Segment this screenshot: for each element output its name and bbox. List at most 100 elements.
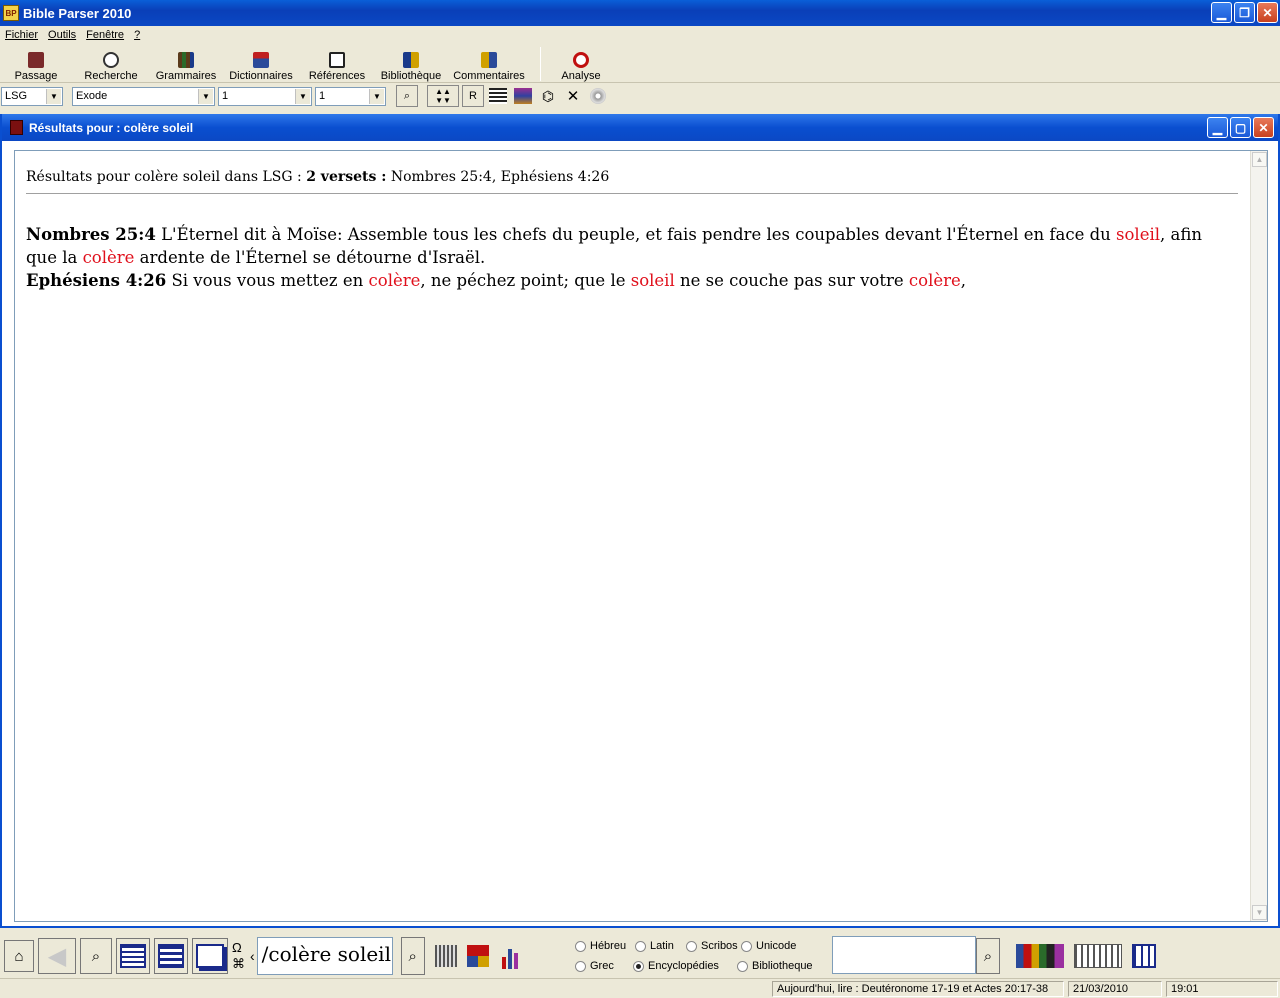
omega-button[interactable]: Ω xyxy=(232,940,246,956)
r-button[interactable]: R xyxy=(462,85,484,107)
passage-button[interactable]: Passage xyxy=(0,46,72,82)
child-close-button[interactable]: ✕ xyxy=(1253,117,1274,138)
search-input[interactable]: /colère soleil xyxy=(256,937,393,975)
results-summary: Résultats pour colère soleil dans LSG : … xyxy=(26,169,609,185)
radio-option[interactable]: Grec xyxy=(575,960,614,972)
two-columns-button[interactable] xyxy=(116,938,150,974)
verse-item: Nombres 25:4 L'Éternel dit à Moïse: Asse… xyxy=(26,223,1238,269)
back-arrow-icon: ◀ xyxy=(47,942,67,970)
chevron-down-icon[interactable]: ▼ xyxy=(369,88,384,104)
radio-option[interactable]: Encyclopédies xyxy=(633,960,719,972)
radio-option[interactable]: Hébreu xyxy=(575,940,626,952)
tiles-icon[interactable] xyxy=(465,943,491,969)
secondary-search-input[interactable] xyxy=(832,936,976,974)
version-select[interactable]: LSG ▼ xyxy=(1,86,63,106)
book-icon xyxy=(10,120,23,135)
results-window-title-bar[interactable]: Résultats pour : colère soleil ▁ ▢ ✕ xyxy=(2,114,1278,141)
results-content: Résultats pour colère soleil dans LSG : … xyxy=(14,150,1268,922)
back-button[interactable]: ◀ xyxy=(38,938,76,974)
recherche-button[interactable]: Recherche xyxy=(72,46,150,82)
menu-outils[interactable]: Outils xyxy=(43,29,81,41)
minimize-button[interactable]: ▁ xyxy=(1211,2,1232,23)
home-icon: ⌂ xyxy=(14,947,24,965)
results-window: Résultats pour : colère soleil ▁ ▢ ✕ Rés… xyxy=(0,114,1280,928)
highlighted-term: soleil xyxy=(630,271,675,290)
magnifier-icon: ⌕ xyxy=(403,89,411,102)
scroll-up-icon[interactable]: ▲ xyxy=(1252,152,1267,167)
chevron-down-icon[interactable]: ▼ xyxy=(198,88,213,104)
stack-books-icon[interactable] xyxy=(512,85,534,107)
columns-icon xyxy=(120,944,146,968)
radio-label: Encyclopédies xyxy=(648,960,719,972)
chapter-select[interactable]: 1 ▼ xyxy=(218,86,312,106)
child-maximize-button[interactable]: ▢ xyxy=(1230,117,1251,138)
verse-reference[interactable]: Nombres 25:4 xyxy=(26,225,156,244)
menu-fenetre[interactable]: Fenêtre xyxy=(81,29,129,41)
radio-button-icon[interactable] xyxy=(686,940,697,952)
restore-button[interactable]: ❐ xyxy=(1234,2,1255,23)
verse-item: Ephésiens 4:26 Si vous vous mettez en co… xyxy=(26,269,1238,292)
windows-stack-button[interactable] xyxy=(192,938,228,974)
chevron-down-icon[interactable]: ▼ xyxy=(295,88,310,104)
tree-icon[interactable]: ⌬ xyxy=(537,85,559,107)
bibliotheque-button[interactable]: Bibliothèque xyxy=(374,46,448,82)
home-button[interactable]: ⌂ xyxy=(4,940,34,972)
columns-table-icon[interactable] xyxy=(1132,944,1156,968)
radio-option[interactable]: Bibliotheque xyxy=(737,960,813,972)
radio-option[interactable]: Latin xyxy=(635,940,674,952)
references-button[interactable]: Références xyxy=(300,46,374,82)
commentaires-button[interactable]: Commentaires xyxy=(448,46,530,82)
prev-next-stepper[interactable]: ▲▲ ▼▼ xyxy=(427,85,459,107)
tools-icon[interactable]: ✕ xyxy=(562,85,584,107)
radio-button-icon[interactable] xyxy=(575,940,586,952)
zoom-search-button[interactable]: ⌕ xyxy=(80,938,112,974)
bookshelf-icon[interactable] xyxy=(1016,944,1064,968)
radio-label: Latin xyxy=(650,940,674,952)
verse-select[interactable]: 1 ▼ xyxy=(315,86,386,106)
arrow-down-icon[interactable]: ▼▼ xyxy=(435,96,451,105)
radio-button-icon[interactable] xyxy=(737,960,748,972)
bar-chart-icon[interactable] xyxy=(497,943,523,969)
radio-option[interactable]: Unicode xyxy=(741,940,796,952)
scroll-down-icon[interactable]: ▼ xyxy=(1252,905,1267,920)
go-search-button[interactable]: ⌕ xyxy=(396,85,418,107)
grammaires-button[interactable]: Grammaires xyxy=(150,46,222,82)
table-chart-icon[interactable] xyxy=(1074,944,1122,968)
dictionnaires-label: Dictionnaires xyxy=(229,70,293,82)
app-title-bar[interactable]: BP Bible Parser 2010 ▁ ❐ ✕ xyxy=(0,0,1280,26)
menu-help[interactable]: ? xyxy=(129,29,145,41)
summary-count: 2 versets : xyxy=(306,169,387,185)
arrow-up-icon[interactable]: ▲▲ xyxy=(435,87,451,96)
child-minimize-button[interactable]: ▁ xyxy=(1207,117,1228,138)
radio-button-icon[interactable] xyxy=(633,960,644,972)
navigation-toolbar: LSG ▼ Exode ▼ 1 ▼ 1 ▼ ⌕ ▲▲ ▼▼ R ⌬ ✕ xyxy=(0,84,1280,108)
close-button[interactable]: ✕ xyxy=(1257,2,1278,23)
book-value: Exode xyxy=(76,90,108,102)
verse-text: ardente de l'Éternel se détourne d'Israë… xyxy=(134,248,486,267)
single-column-button[interactable] xyxy=(154,938,188,974)
results-window-title: Résultats pour : colère soleil xyxy=(29,120,194,135)
verse-reference[interactable]: Ephésiens 4:26 xyxy=(26,271,166,290)
text-view-icon[interactable] xyxy=(487,85,509,107)
dictionnaires-button[interactable]: Dictionnaires xyxy=(222,46,300,82)
radio-button-icon[interactable] xyxy=(575,960,586,972)
summary-prefix: Résultats pour colère soleil dans LSG : xyxy=(26,169,307,185)
special-chars-icon[interactable]: ⌘ xyxy=(232,956,246,972)
radio-option[interactable]: Scribos xyxy=(686,940,738,952)
book-select[interactable]: Exode ▼ xyxy=(72,86,215,106)
search-go-button[interactable]: ⌕ xyxy=(400,937,425,975)
vertical-scrollbar[interactable]: ▲ ▼ xyxy=(1250,151,1267,921)
summary-refs: Nombres 25:4, Ephésiens 4:26 xyxy=(386,169,610,185)
status-time: 19:01 xyxy=(1166,981,1278,997)
secondary-search-button[interactable]: ⌕ xyxy=(976,938,1000,974)
analyse-button[interactable]: Analyse xyxy=(551,46,611,82)
grid-icon[interactable] xyxy=(433,943,459,969)
disc-icon[interactable] xyxy=(587,85,609,107)
menu-fichier[interactable]: Fichier xyxy=(0,29,43,41)
radio-button-icon[interactable] xyxy=(635,940,646,952)
menu-bar: Fichier Outils Fenêtre ? xyxy=(0,26,1280,44)
history-chevron[interactable]: ‹ xyxy=(250,948,255,964)
chevron-down-icon[interactable]: ▼ xyxy=(46,88,61,104)
radio-button-icon[interactable] xyxy=(741,940,752,952)
analyse-label: Analyse xyxy=(561,70,601,82)
